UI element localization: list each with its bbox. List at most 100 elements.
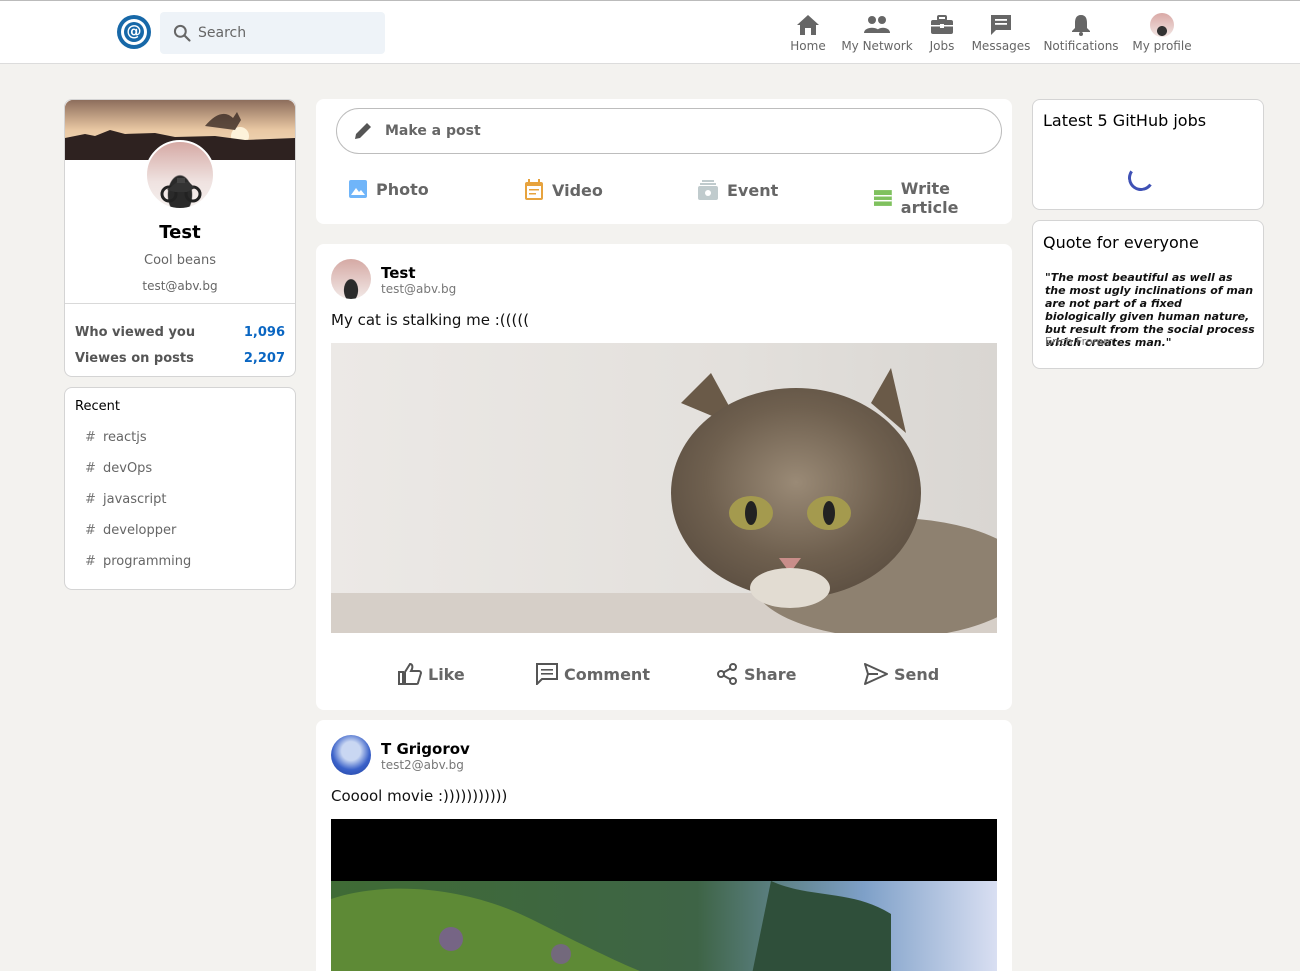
tag-label: programming bbox=[103, 554, 192, 569]
quote-widget: Quote for everyone "The most beautiful a… bbox=[1032, 220, 1264, 369]
write-article-button[interactable]: Write article bbox=[873, 179, 1012, 217]
motorcycle-image bbox=[160, 178, 202, 203]
event-icon bbox=[698, 180, 718, 200]
recent-tag[interactable]: # javascript bbox=[85, 492, 166, 507]
photo-label: Photo bbox=[376, 179, 429, 199]
video-icon bbox=[525, 179, 543, 200]
author-avatar[interactable] bbox=[331, 735, 371, 775]
stat-value: 2,207 bbox=[243, 351, 285, 366]
send-button[interactable]: Send bbox=[864, 663, 939, 685]
nav-my-profile[interactable]: My profile bbox=[1132, 13, 1192, 53]
stat-post-views[interactable]: Viewes on posts 2,207 bbox=[75, 351, 285, 366]
nav-my-network-label: My Network bbox=[841, 39, 913, 53]
avatar bbox=[1150, 13, 1174, 37]
share-icon bbox=[717, 663, 737, 685]
stat-label: Who viewed you bbox=[75, 325, 196, 340]
hash-icon: # bbox=[85, 523, 96, 538]
like-label: Like bbox=[428, 664, 465, 684]
like-button[interactable]: Like bbox=[398, 663, 465, 685]
comment-button[interactable]: Comment bbox=[536, 663, 650, 685]
author-avatar[interactable] bbox=[331, 259, 371, 299]
tag-label: developper bbox=[103, 523, 177, 538]
profile-card: Test Cool beans test@abv.bg Who viewed y… bbox=[64, 99, 296, 377]
nav-jobs[interactable]: Jobs bbox=[929, 13, 955, 53]
send-icon bbox=[864, 663, 888, 685]
recent-tag[interactable]: # programming bbox=[85, 554, 191, 569]
jobs-title: Latest 5 GitHub jobs bbox=[1043, 111, 1207, 130]
make-post-input[interactable]: Make a post bbox=[336, 108, 1002, 154]
at-icon: @ bbox=[124, 22, 144, 42]
tag-label: devOps bbox=[103, 461, 153, 476]
send-label: Send bbox=[894, 664, 940, 684]
author-email: test2@abv.bg bbox=[381, 758, 464, 772]
nav-notifications-label: Notifications bbox=[1043, 39, 1119, 53]
make-post-label: Make a post bbox=[385, 123, 481, 139]
event-button[interactable]: Event bbox=[697, 179, 778, 201]
hash-icon: # bbox=[85, 492, 96, 507]
profile-tagline: Cool beans bbox=[144, 253, 216, 268]
bell-icon bbox=[1072, 15, 1090, 36]
video-label: Video bbox=[552, 180, 603, 200]
nav-home-label: Home bbox=[790, 39, 826, 53]
home-icon bbox=[797, 15, 819, 35]
search-icon bbox=[173, 24, 191, 42]
author-name[interactable]: T Grigorov bbox=[381, 740, 470, 758]
cat-image bbox=[331, 343, 997, 633]
share-label: Share bbox=[744, 664, 797, 684]
post-text: Cooool movie :))))))))))) bbox=[331, 787, 508, 805]
comment-icon bbox=[536, 663, 558, 685]
loading-spinner bbox=[1125, 162, 1157, 194]
hash-icon: # bbox=[85, 461, 96, 476]
recent-tag[interactable]: # reactjs bbox=[85, 430, 147, 445]
top-navbar: @ Home My Network Jobs Messages Notifica… bbox=[0, 0, 1300, 64]
search-box[interactable] bbox=[160, 12, 385, 54]
post-composer: Make a post Photo Video Event Write arti… bbox=[316, 99, 1012, 224]
stat-value: 1,096 bbox=[243, 325, 285, 340]
share-button[interactable]: Share bbox=[716, 663, 796, 685]
feed-post: Test test@abv.bg My cat is stalking me :… bbox=[316, 244, 1012, 710]
movie-still[interactable] bbox=[331, 819, 997, 971]
article-icon bbox=[873, 190, 892, 206]
write-article-label: Write article bbox=[900, 179, 959, 217]
nav-my-network[interactable]: My Network bbox=[841, 13, 913, 53]
recent-tag[interactable]: # developper bbox=[85, 523, 176, 538]
profile-name[interactable]: Test bbox=[65, 222, 295, 243]
tag-label: reactjs bbox=[103, 430, 147, 445]
video-button[interactable]: Video bbox=[524, 179, 603, 201]
profile-avatar[interactable] bbox=[145, 140, 215, 210]
post-text: My cat is stalking me :((((( bbox=[331, 311, 530, 329]
recent-title: Recent bbox=[75, 399, 120, 414]
author-name[interactable]: Test bbox=[381, 264, 416, 282]
nav-jobs-label: Jobs bbox=[929, 39, 955, 53]
github-jobs-widget: Latest 5 GitHub jobs bbox=[1032, 99, 1264, 210]
divider bbox=[65, 303, 295, 304]
message-icon bbox=[991, 15, 1011, 35]
app-logo[interactable]: @ bbox=[117, 15, 151, 49]
recent-card: Recent # reactjs # devOps # javascript # dev… bbox=[64, 387, 296, 590]
nav-home[interactable]: Home bbox=[790, 13, 826, 53]
briefcase-icon bbox=[931, 15, 953, 34]
nav-messages[interactable]: Messages bbox=[971, 13, 1031, 53]
profile-email: test@abv.bg bbox=[142, 279, 218, 293]
thumbs-up-icon bbox=[398, 663, 422, 685]
network-icon bbox=[864, 16, 890, 33]
author-email: test@abv.bg bbox=[381, 282, 457, 296]
stat-who-viewed[interactable]: Who viewed you 1,096 bbox=[75, 325, 285, 340]
stat-label: Viewes on posts bbox=[75, 351, 194, 366]
nav-notifications[interactable]: Notifications bbox=[1043, 13, 1119, 53]
quote-author: Erich Fromm bbox=[1045, 335, 1115, 348]
recent-tag[interactable]: # devOps bbox=[85, 461, 152, 476]
nav-my-profile-label: My profile bbox=[1132, 39, 1192, 53]
hash-icon: # bbox=[85, 554, 96, 569]
nav-messages-label: Messages bbox=[971, 39, 1031, 53]
movie-image bbox=[331, 819, 997, 971]
comment-label: Comment bbox=[564, 664, 650, 684]
tag-label: javascript bbox=[103, 492, 167, 507]
cat-photo[interactable] bbox=[331, 343, 997, 633]
photo-button[interactable]: Photo bbox=[348, 179, 429, 199]
hash-icon: # bbox=[85, 430, 96, 445]
search-input[interactable] bbox=[198, 25, 368, 41]
pencil-icon bbox=[355, 123, 371, 139]
photo-icon bbox=[349, 180, 367, 198]
quote-title: Quote for everyone bbox=[1043, 233, 1199, 252]
